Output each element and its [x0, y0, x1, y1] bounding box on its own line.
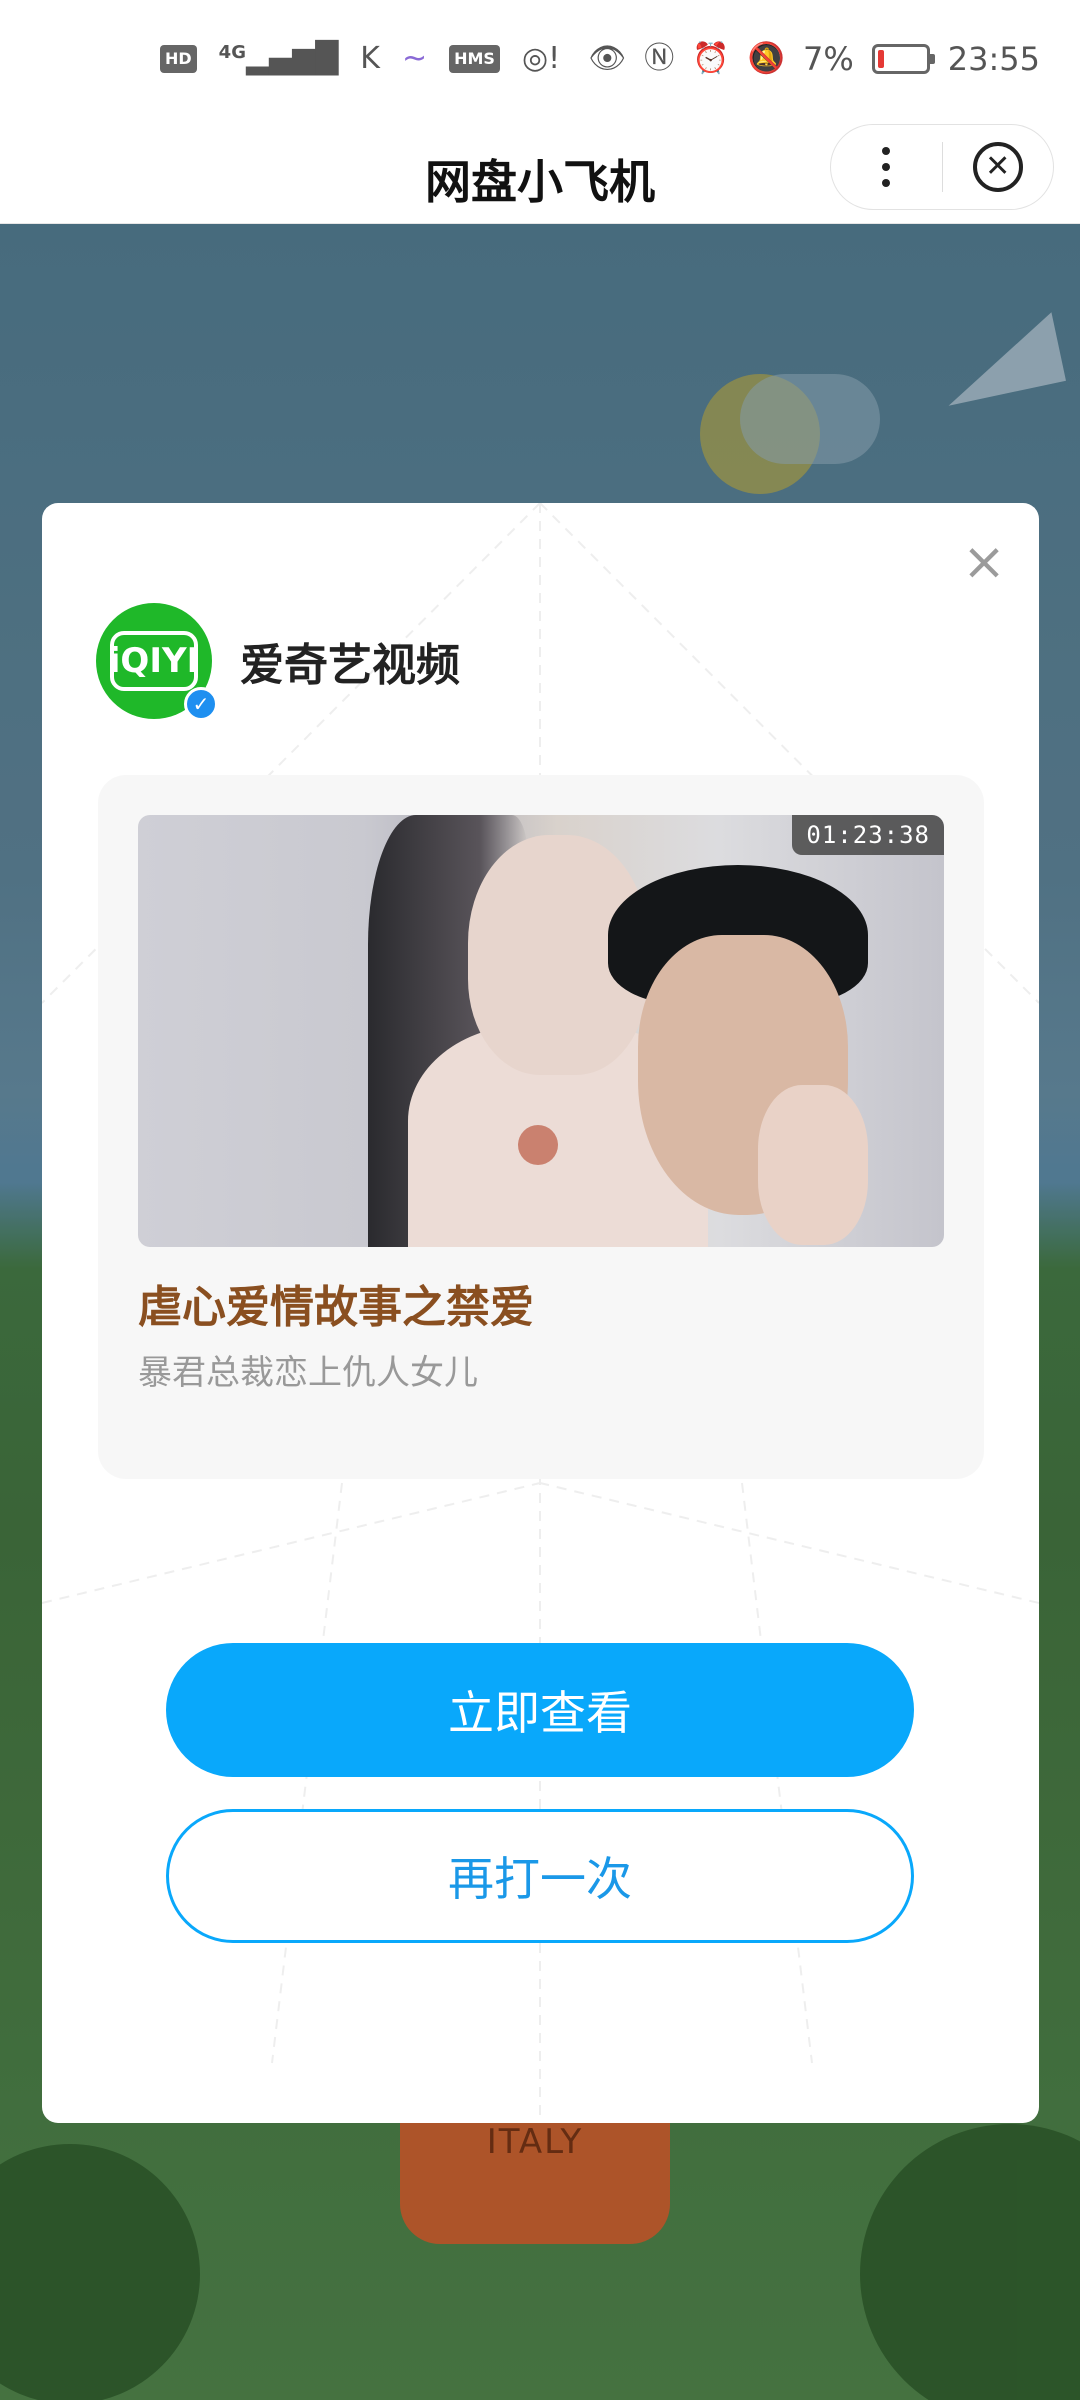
close-dialog-icon[interactable]: ×	[961, 536, 1007, 588]
status-left-icons: HD 4G▂▄▆█ K ~ HMS ◎!	[160, 44, 560, 74]
play-again-button[interactable]: 再打一次	[166, 1809, 914, 1943]
status-right-icons: 👁 Ⓝ ⏰ 🔕 7% 23:55	[588, 40, 1040, 78]
hms-icon: HMS	[449, 45, 500, 73]
view-now-button[interactable]: 立即查看	[166, 1643, 914, 1777]
signal-4g-icon: 4G▂▄▆█	[218, 41, 339, 76]
verified-check-icon: ✓	[184, 687, 218, 721]
video-duration-badge: 01:23:38	[792, 815, 944, 855]
k-icon: K	[360, 41, 380, 76]
close-circle-icon: ✕	[972, 142, 1023, 192]
thumbnail-art	[758, 1085, 868, 1245]
wireless-icon: ◎!	[521, 41, 561, 76]
iqiyi-logo-icon: iQIYI ✓	[96, 603, 218, 721]
mute-bell-icon: 🔕	[747, 41, 786, 76]
hd-icon: HD	[160, 45, 197, 73]
video-subtitle: 暴君总裁恋上仇人女儿	[138, 1353, 478, 1393]
thumbnail-art	[518, 1125, 558, 1165]
battery-percent: 7%	[803, 40, 854, 78]
nfc-icon: Ⓝ	[644, 41, 675, 76]
advertiser-name: 爱奇艺视频	[240, 640, 460, 691]
more-button[interactable]	[831, 125, 942, 209]
eye-icon: 👁	[588, 41, 627, 76]
more-dots-icon	[882, 147, 891, 187]
status-bar: HD 4G▂▄▆█ K ~ HMS ◎! 👁 Ⓝ ⏰ 🔕 7% 23:55	[0, 0, 1080, 128]
mini-program-titlebar: 网盘小飞机 ✕	[0, 124, 1080, 224]
close-miniprogram-button[interactable]: ✕	[943, 125, 1054, 209]
video-title: 虐心爱情故事之禁爱	[138, 1282, 534, 1333]
video-thumbnail[interactable]: 01:23:38	[138, 815, 944, 1247]
ad-dialog: × iQIYI ✓ 爱奇艺视频 01:23:38 虐心爱情故事之禁爱 暴君总裁恋…	[42, 503, 1039, 2123]
logo-wordmark: iQIYI	[109, 631, 199, 691]
video-card[interactable]: 01:23:38 虐心爱情故事之禁爱 暴君总裁恋上仇人女儿	[98, 775, 984, 1479]
battery-icon	[871, 44, 935, 74]
advertiser-header: iQIYI ✓ 爱奇艺视频	[96, 603, 460, 721]
wave-icon: ~	[401, 41, 428, 76]
alarm-icon: ⏰	[692, 41, 730, 76]
clock: 23:55	[947, 40, 1040, 78]
capsule-menu: ✕	[830, 124, 1054, 210]
